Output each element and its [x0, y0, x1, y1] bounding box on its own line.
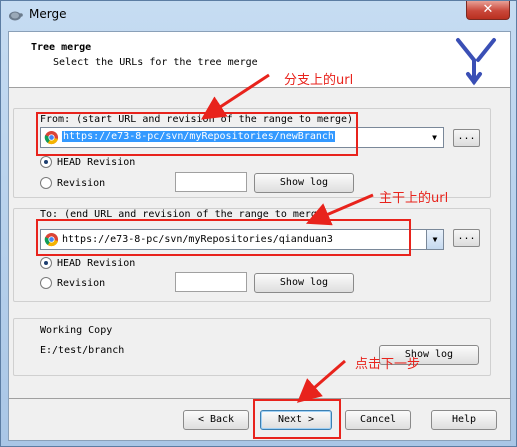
to-head-revision-label[interactable]: HEAD Revision	[57, 258, 135, 269]
window-title: Merge	[29, 7, 67, 21]
cancel-button[interactable]: Cancel	[345, 410, 411, 430]
from-url-highlight	[36, 112, 358, 156]
wizard-header: Tree merge Select the URLs for the tree …	[9, 32, 510, 88]
merge-logo-icon	[456, 38, 496, 86]
chevron-down-icon[interactable]: ▼	[426, 128, 443, 147]
next-button-highlight	[253, 399, 341, 439]
from-show-log-button[interactable]: Show log	[254, 173, 354, 193]
working-copy-path: E:/test/branch	[40, 345, 125, 356]
to-revision-label[interactable]: Revision	[57, 278, 105, 289]
to-revision-radio[interactable]	[40, 277, 52, 289]
title-bar[interactable]: Merge ✕	[1, 1, 516, 29]
to-revision-input[interactable]	[175, 272, 247, 292]
click-next-annotation: 点击下一步	[355, 357, 421, 372]
tortoise-svn-icon	[9, 11, 23, 21]
to-head-revision-radio[interactable]	[40, 257, 52, 269]
from-revision-radio[interactable]	[40, 177, 52, 189]
from-browse-button[interactable]: ...	[453, 129, 480, 147]
to-url-highlight	[36, 219, 411, 256]
branch-url-annotation: 分支上的url	[284, 73, 354, 88]
help-button[interactable]: Help	[431, 410, 497, 430]
page-subtitle: Select the URLs for the tree merge	[53, 57, 258, 68]
close-button[interactable]: ✕	[466, 1, 510, 20]
working-copy-label: Working Copy	[40, 325, 113, 336]
from-revision-label[interactable]: Revision	[57, 178, 105, 189]
back-button[interactable]: < Back	[183, 410, 249, 430]
to-show-log-button[interactable]: Show log	[254, 273, 354, 293]
page-title: Tree merge	[31, 42, 92, 53]
chevron-down-icon[interactable]: ▼	[426, 230, 443, 249]
from-head-revision-label[interactable]: HEAD Revision	[57, 157, 135, 168]
from-revision-input[interactable]	[175, 172, 247, 192]
trunk-url-annotation: 主干上的url	[379, 191, 449, 206]
from-head-revision-radio[interactable]	[40, 156, 52, 168]
merge-dialog-window: Merge ✕ Tree merge Select the URLs for t…	[0, 0, 517, 447]
to-browse-button[interactable]: ...	[453, 229, 480, 247]
